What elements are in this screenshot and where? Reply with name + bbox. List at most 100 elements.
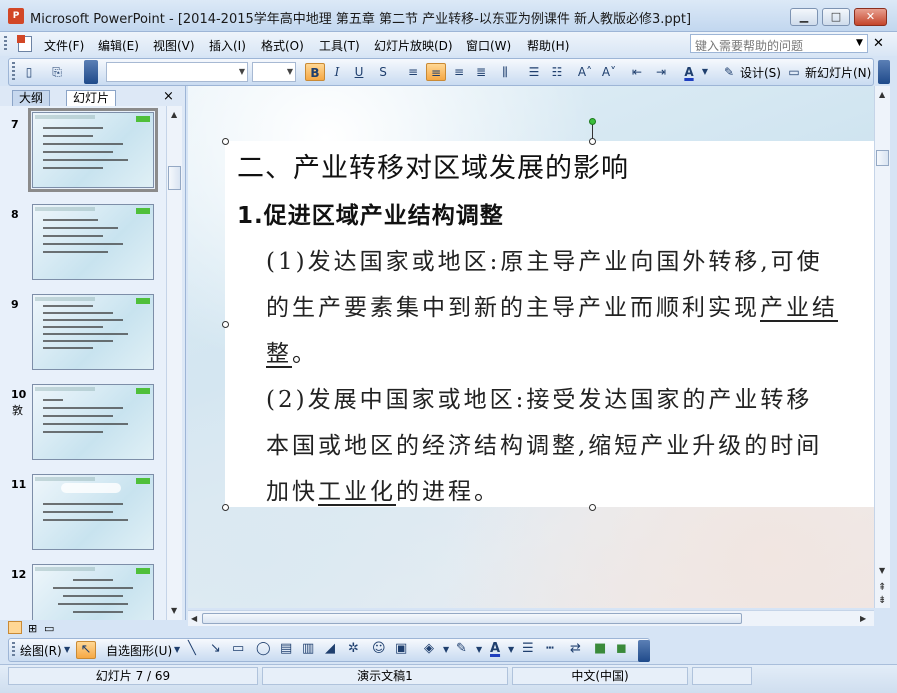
slide-sorter-view-icon[interactable]: ⊞ [28,622,37,635]
menu-insert[interactable]: 插入(I) [209,37,246,54]
decrease-font-icon[interactable]: A˅ [600,63,618,81]
chevron-down-icon[interactable]: ▼ [508,645,514,654]
tab-outline[interactable]: 大纲 [12,90,51,106]
autoshapes-button[interactable]: 自选图形(U) [106,642,172,659]
next-slide-icon[interactable]: ⇟ [878,595,886,606]
clipart-icon[interactable]: ☺ [372,641,386,656]
align-right-icon[interactable]: ≡ [450,63,468,81]
menu-tools[interactable]: 工具(T) [319,37,360,54]
resize-handle[interactable] [589,504,596,511]
maximize-button[interactable]: □ [822,8,850,26]
shadow-button[interactable]: S [374,63,392,81]
toolbar-overflow-button[interactable] [878,60,890,84]
new-slide-button[interactable]: 新幻灯片(N) [805,64,871,81]
scroll-left-icon[interactable]: ◀ [191,614,197,623]
slide-thumbnail[interactable] [32,384,154,460]
font-size-combo[interactable]: ▼ [252,62,296,82]
slide-thumbnail[interactable] [32,204,154,280]
scroll-up-icon[interactable]: ▲ [171,110,177,119]
chevron-down-icon[interactable]: ▼ [856,38,863,48]
distributed-align-icon[interactable]: ⫼ [496,63,514,81]
drawing-toolbar-overflow-button[interactable] [638,640,650,662]
decrease-indent-icon[interactable]: ⇤ [628,63,646,81]
chevron-down-icon[interactable]: ▼ [476,645,482,654]
help-search-input[interactable]: 键入需要帮助的问题 [690,34,868,53]
scroll-thumb[interactable] [876,150,889,166]
3d-style-icon[interactable]: ◼ [616,641,627,656]
doc-icon[interactable] [17,35,32,52]
fill-color-icon[interactable]: ◈ [424,641,434,656]
close-panel-button[interactable]: × [163,89,174,104]
draw-menu-button[interactable]: 绘图(R) [20,642,62,659]
drawing-toolbar-grip[interactable] [12,642,15,658]
scroll-down-icon[interactable]: ▼ [879,566,885,575]
bulleted-list-icon[interactable]: ☷ [548,63,566,81]
slide-thumbnail[interactable] [32,294,154,370]
line-color-icon[interactable]: ✎ [456,641,467,656]
italic-button[interactable]: I [328,63,346,81]
oval-icon[interactable]: ◯ [256,641,271,656]
wordart-icon[interactable]: ◢ [325,641,335,656]
menu-help[interactable]: 帮助(H) [527,37,569,54]
align-left-icon[interactable]: ≡ [404,63,422,81]
minimize-button[interactable]: ▁ [790,8,818,26]
scroll-right-icon[interactable]: ▶ [860,614,866,623]
toolbar-options-button[interactable] [84,60,98,84]
scroll-down-icon[interactable]: ▼ [171,606,177,615]
chevron-down-icon[interactable]: ▼ [700,63,710,81]
shadow-style-icon[interactable]: ■ [594,641,606,656]
increase-font-icon[interactable]: A˄ [576,63,594,81]
menu-view[interactable]: 视图(V) [153,37,195,54]
justify-icon[interactable]: ≣ [472,63,490,81]
menu-window[interactable]: 窗口(W) [466,37,511,54]
arrow-style-icon[interactable]: ⇄ [570,641,581,656]
previous-slide-icon[interactable]: ⇞ [878,582,886,593]
close-document-button[interactable]: ✕ [873,36,884,51]
dash-style-icon[interactable]: ┅ [546,641,554,656]
line-icon[interactable]: ╲ [188,641,196,656]
scroll-thumb[interactable] [202,613,742,624]
slide-thumbnail[interactable] [28,108,158,192]
underline-button[interactable]: U [350,63,368,81]
resize-handle[interactable] [222,138,229,145]
close-window-button[interactable]: ✕ [854,8,887,26]
slideshow-view-icon[interactable]: ▭ [44,622,54,635]
resize-handle[interactable] [222,321,229,328]
chevron-down-icon[interactable]: ▼ [64,645,70,654]
picture-icon[interactable]: ▣ [395,641,407,656]
scroll-thumb[interactable] [168,166,181,190]
chevron-down-icon[interactable]: ▼ [443,645,449,654]
line-style-icon[interactable]: ☰ [522,641,534,656]
slide-thumbnail[interactable] [32,474,154,550]
design-button[interactable]: 设计(S) [740,64,781,81]
draw-font-color-icon[interactable]: A [490,641,500,656]
chevron-down-icon[interactable]: ▼ [174,645,180,654]
scroll-up-icon[interactable]: ▲ [879,90,885,99]
increase-indent-icon[interactable]: ⇥ [652,63,670,81]
menu-format[interactable]: 格式(O) [261,37,304,54]
new-document-icon[interactable]: ▯ [20,63,38,81]
font-color-button[interactable]: A [680,63,698,81]
normal-view-icon[interactable] [8,621,22,634]
resize-handle[interactable] [589,138,596,145]
menu-slideshow[interactable]: 幻灯片放映(D) [374,37,453,54]
textbox-icon[interactable]: ▤ [280,641,292,656]
numbered-list-icon[interactable]: ☰ [525,63,543,81]
align-center-icon[interactable]: ≡ [426,63,446,81]
slide-thumbnail[interactable] [32,564,154,620]
resize-handle[interactable] [222,504,229,511]
bold-button[interactable]: B [305,63,325,81]
rectangle-icon[interactable]: ▭ [232,641,244,656]
powerpoint-app-icon[interactable]: P [8,8,24,24]
menu-edit[interactable]: 编辑(E) [98,37,139,54]
slide-horizontal-scrollbar[interactable]: ◀ ▶ [188,610,874,626]
toolbar-grip[interactable] [12,62,15,82]
rotate-handle[interactable] [589,118,596,125]
slide-vertical-scrollbar[interactable]: ▲ ▼ ⇞ ⇟ [874,86,890,608]
diagram-icon[interactable]: ✲ [348,641,359,656]
paste-icon[interactable]: ⎘ [48,63,66,81]
select-pointer-icon[interactable]: ↖ [76,641,96,659]
font-name-combo[interactable]: ▼ [106,62,248,82]
menu-file[interactable]: 文件(F) [44,37,84,54]
thumbnails-scrollbar[interactable]: ▲ ▼ [166,106,182,620]
